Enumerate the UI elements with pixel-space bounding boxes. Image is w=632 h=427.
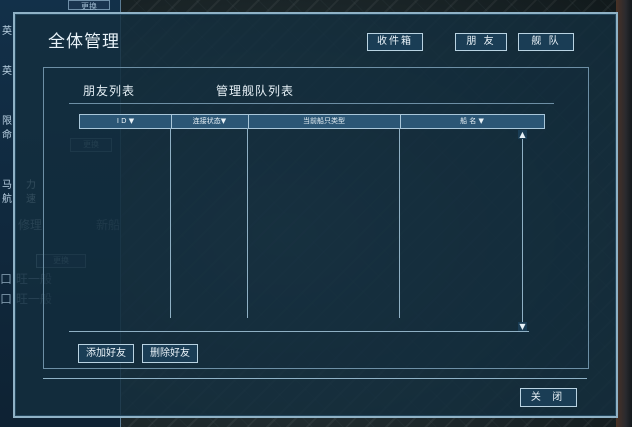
- fleet-button[interactable]: 舰 队: [518, 33, 574, 51]
- bg-sidebar-text: 英: [2, 26, 12, 37]
- bg-sidebar-text: 马: [2, 180, 12, 191]
- bg-sidebar-text: 航: [2, 194, 12, 205]
- column-divider: [399, 128, 400, 318]
- delete-friend-button[interactable]: 删除好友: [142, 344, 198, 363]
- column-header-ship-name[interactable]: 船 名 ▼: [400, 115, 544, 128]
- tab-fleet-list[interactable]: 管理舰队列表: [216, 82, 294, 99]
- bg-sidebar-text: 英: [2, 66, 12, 77]
- tab-friend-list[interactable]: 朋友列表: [83, 82, 135, 99]
- table-header: I D ▼ 连接状态▼ 当前船只类型 船 名 ▼: [79, 114, 545, 129]
- column-header-id[interactable]: I D ▼: [80, 115, 172, 128]
- background-right-edge: [616, 0, 632, 427]
- friends-button[interactable]: 朋 友: [455, 33, 507, 51]
- add-friend-button[interactable]: 添加好友: [78, 344, 134, 363]
- scroll-up-button[interactable]: ▲: [518, 130, 527, 139]
- column-divider: [247, 128, 248, 318]
- dialog-title: 全体管理: [48, 32, 120, 52]
- table-bottom-line: [69, 331, 529, 332]
- column-divider: [170, 128, 171, 318]
- friend-table: I D ▼ 连接状态▼ 当前船只类型 船 名 ▼: [79, 114, 545, 318]
- bg-sidebar-text: 命: [2, 130, 12, 141]
- column-header-connection-status[interactable]: 连接状态▼: [171, 115, 249, 128]
- bg-sidebar-text: 限: [2, 116, 12, 127]
- scrollbar-track[interactable]: [522, 134, 523, 326]
- footer-divider: [43, 378, 587, 379]
- management-dialog: 全体管理 收件箱 朋 友 舰 队 朋友列表 管理舰队列表 I D ▼ 连接状态▼…: [13, 12, 618, 418]
- bg-change-button: 更换: [68, 0, 110, 11]
- mailbox-button[interactable]: 收件箱: [367, 33, 423, 51]
- list-panel: 朋友列表 管理舰队列表 I D ▼ 连接状态▼ 当前船只类型 船 名 ▼ ▲ ▼…: [43, 67, 589, 369]
- column-header-ship-type[interactable]: 当前船只类型: [248, 115, 401, 128]
- scroll-down-button[interactable]: ▼: [518, 322, 527, 331]
- tab-divider: [69, 103, 554, 104]
- close-button[interactable]: 关 闭: [520, 388, 577, 407]
